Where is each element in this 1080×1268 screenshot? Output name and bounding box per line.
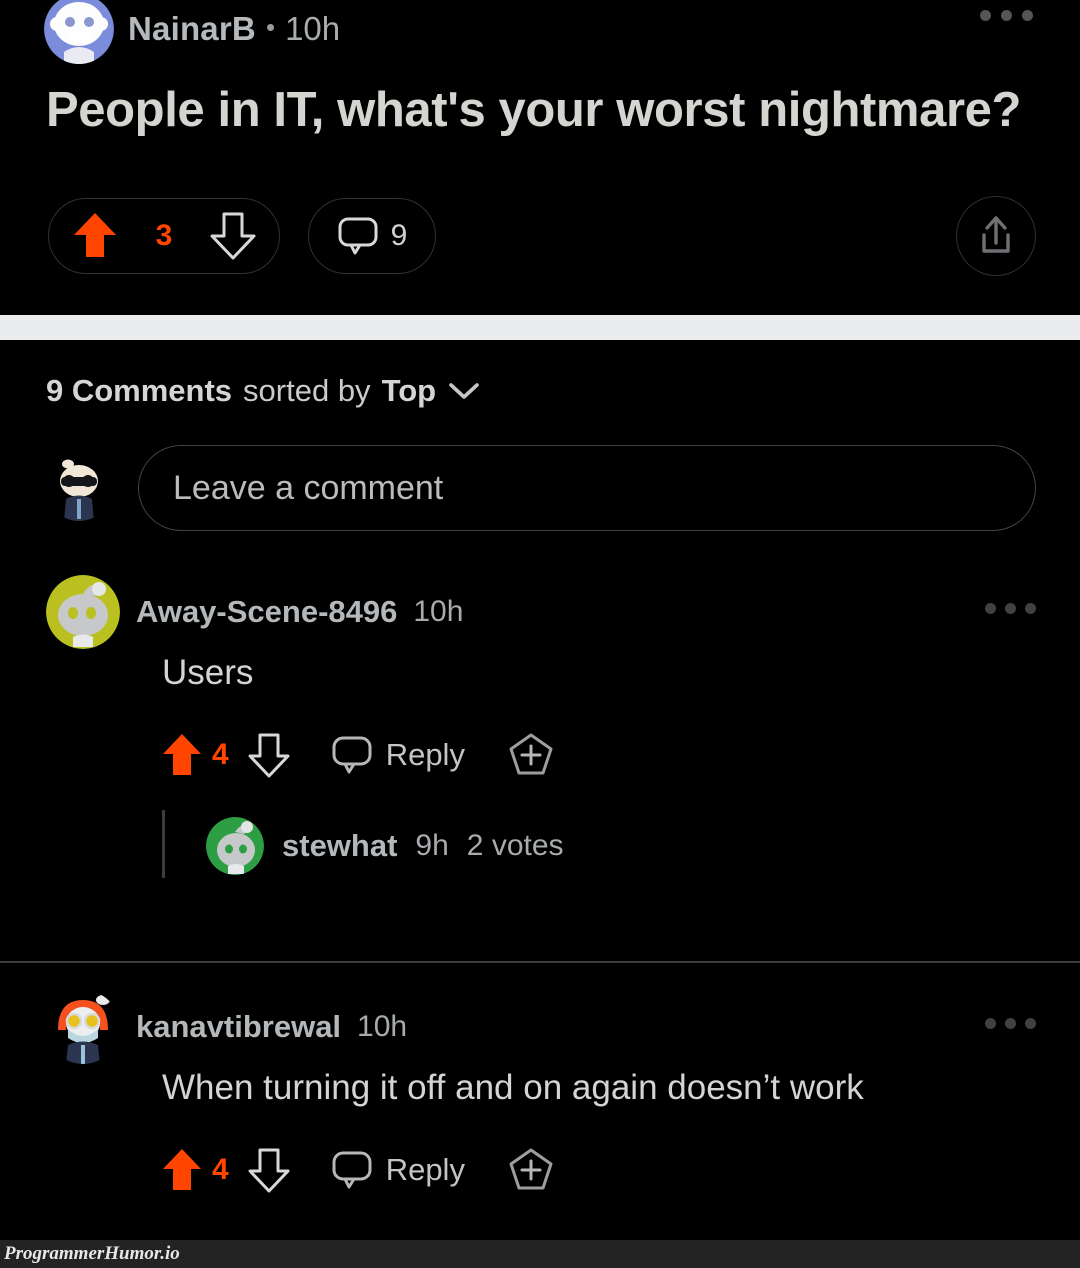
comment-downvote-button[interactable] [247,1146,291,1194]
post-meta: NainarB • 10h [128,10,340,48]
comment-timestamp: 10h [413,595,464,628]
comment-action-bar: 4 Reply [160,731,555,779]
comment-bubble-icon [331,1150,373,1190]
sorted-by-label: sorted by [243,373,371,408]
post-upvote-button[interactable] [71,210,119,262]
reply-author-avatar[interactable] [206,817,264,875]
composer-avatar[interactable] [46,455,112,521]
comment-body: Users [162,653,254,692]
comment-award-button[interactable] [507,731,555,779]
comment-input[interactable]: Leave a comment [138,445,1036,531]
post-meta-separator: • [265,12,276,42]
watermark-bar: ProgrammerHumor.io [0,1240,1080,1268]
comment-upvote-button[interactable]: 4 [160,1146,229,1194]
reply-thread-line [162,810,165,878]
post-header: NainarB • 10h [44,0,340,64]
kebab-menu-icon [985,603,996,614]
kebab-menu-icon [1021,9,1033,21]
post-container: NainarB • 10h People in IT, what's your … [0,0,1080,315]
comments-count-label: 9 Comments [46,373,233,408]
post-score: 3 [155,219,173,252]
award-plus-icon [507,1146,555,1194]
comment-bubble-icon [331,735,373,775]
collapsed-reply-item[interactable]: stewhat 9h 2 votes [206,817,564,875]
kebab-menu-icon [1005,603,1016,614]
reddit-post-screen: NainarB • 10h People in IT, what's your … [0,0,1080,1268]
reply-votes-label: 2 votes [466,829,564,862]
comment-award-button[interactable] [507,1146,555,1194]
post-vote-pill: 3 [48,198,280,274]
comment-header: Away-Scene-8496 10h [46,575,463,649]
comment-action-bar: 4 Reply [160,1146,555,1194]
comment-header: kanavtibrewal 10h [46,990,407,1064]
post-comments-pill[interactable]: 9 [308,198,436,274]
comment-reply-button[interactable]: Reply [331,1150,465,1190]
comment-author-avatar[interactable] [46,990,120,1064]
comment-overflow-button[interactable] [985,603,1036,614]
kebab-menu-icon [985,1018,996,1029]
kebab-menu-icon [1005,1018,1016,1029]
post-share-button[interactable] [956,196,1036,276]
post-author-avatar[interactable] [44,0,114,64]
post-action-bar: 3 9 [48,198,436,274]
comment-score: 4 [212,738,229,771]
post-comment-count: 9 [390,219,408,252]
section-separator-band [0,315,1080,340]
comment-input-placeholder: Leave a comment [173,468,444,507]
reply-author-name[interactable]: stewhat [282,828,397,864]
share-icon [975,214,1017,258]
kebab-menu-icon [979,9,991,21]
comment-downvote-button[interactable] [247,731,291,779]
comment-author-avatar[interactable] [46,575,120,649]
comment-timestamp: 10h [357,1010,408,1043]
comment-divider [0,961,1080,963]
post-downvote-button[interactable] [209,210,257,262]
comment-score: 4 [212,1153,229,1186]
reply-timestamp: 9h [415,829,449,862]
chevron-down-icon[interactable] [447,380,481,402]
comment-bubble-icon [337,216,379,256]
comment-author-name[interactable]: Away-Scene-8496 [136,594,397,630]
comment-upvote-button[interactable]: 4 [160,731,229,779]
post-author-name[interactable]: NainarB [128,10,256,48]
post-overflow-button[interactable] [976,4,1036,26]
comment-composer-row: Leave a comment [46,445,1036,531]
kebab-menu-icon [1025,1018,1036,1029]
sort-value[interactable]: Top [382,373,437,409]
comments-section: 9 Comments sorted by Top Leave a comment… [0,340,1080,1240]
comment-author-name[interactable]: kanavtibrewal [136,1009,341,1045]
comment-overflow-button[interactable] [985,1018,1036,1029]
comment-body: When turning it off and on again doesn’t… [162,1068,864,1107]
comment-reply-label: Reply [385,1152,465,1187]
comment-reply-label: Reply [385,737,465,772]
kebab-menu-icon [1000,9,1012,21]
kebab-menu-icon [1025,603,1036,614]
award-plus-icon [507,731,555,779]
watermark-text: ProgrammerHumor.io [4,1243,180,1264]
comments-header: 9 Comments sorted by Top [46,373,481,409]
post-title: People in IT, what's your worst nightmar… [46,83,1021,137]
post-timestamp: 10h [285,10,341,47]
comment-reply-button[interactable]: Reply [331,735,465,775]
